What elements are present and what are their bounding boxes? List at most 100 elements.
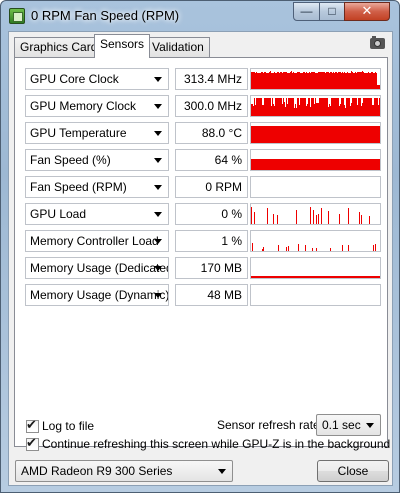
- sensor-value: 300.0 MHz: [175, 95, 248, 117]
- sensor-history-bar: [256, 126, 257, 143]
- sensor-name-dropdown[interactable]: Memory Usage (Dedicated): [25, 257, 169, 279]
- sensor-row-memory-usage-dynamic: Memory Usage (Dynamic) 48 MB: [25, 284, 384, 306]
- close-button[interactable]: Close: [317, 460, 389, 482]
- continue-refreshing-label[interactable]: Continue refreshing this screen while GP…: [42, 437, 390, 451]
- refresh-rate-select[interactable]: 0.1 sec: [316, 414, 381, 436]
- sensor-history-bar: [334, 276, 335, 278]
- sensor-history-bar: [317, 73, 318, 89]
- sensor-history-bar: [286, 159, 287, 170]
- sensor-history-bar: [289, 126, 290, 143]
- sensor-history-bar: [290, 276, 291, 278]
- sensor-history-bar: [352, 98, 353, 116]
- sensor-name-dropdown[interactable]: Memory Usage (Dynamic): [25, 284, 169, 306]
- title-bar[interactable]: 0 RPM Fan Speed (RPM) — □ ✕: [1, 1, 399, 31]
- sensor-history-bar: [289, 98, 290, 116]
- sensor-history-bar: [305, 73, 306, 89]
- sensor-history-bar: [337, 276, 338, 278]
- sensor-history-bar: [333, 276, 334, 278]
- sensor-history-bar: [332, 98, 333, 116]
- sensor-history-bar: [264, 126, 265, 143]
- sensor-history-bar: [261, 98, 262, 116]
- sensor-name-dropdown[interactable]: Fan Speed (RPM): [25, 176, 169, 198]
- sensor-history-bar: [321, 126, 322, 143]
- sensor-history-bar: [340, 159, 341, 170]
- sensor-history-bar: [359, 159, 360, 170]
- sensor-history-bar: [296, 210, 297, 224]
- sensor-history-bar: [264, 98, 265, 116]
- sensor-history-bar: [330, 72, 331, 89]
- sensor-history-bar: [318, 159, 319, 170]
- sensor-history-bar: [259, 126, 260, 143]
- sensor-history-bar: [288, 276, 289, 278]
- sensor-history-bar: [363, 98, 364, 116]
- sensor-history-bar: [297, 159, 298, 170]
- sensor-history-bar: [285, 72, 286, 89]
- sensor-history-bar: [253, 72, 254, 89]
- sensor-history-bar: [354, 126, 355, 143]
- sensor-history-bar: [369, 276, 370, 278]
- sensor-history-bar: [306, 72, 307, 89]
- sensor-history-bar: [300, 98, 301, 116]
- sensor-history-bar: [342, 72, 343, 89]
- sensor-history-bar: [302, 73, 303, 89]
- sensor-history-bar: [364, 126, 365, 143]
- sensor-history-bar: [291, 276, 292, 278]
- sensor-history-bar: [294, 73, 295, 89]
- sensor-history-bar: [351, 126, 352, 143]
- sensor-history-bar: [379, 98, 380, 116]
- sensor-history-bar: [261, 72, 262, 89]
- sensor-history-bar: [267, 73, 268, 89]
- minimize-button[interactable]: —: [293, 2, 320, 21]
- sensor-name-dropdown[interactable]: GPU Core Clock: [25, 68, 169, 90]
- chevron-down-icon: [154, 293, 162, 298]
- sensor-history-bar: [378, 126, 379, 143]
- sensor-history-bar: [278, 126, 279, 143]
- sensor-history-bar: [359, 98, 360, 116]
- sensor-history-bar: [364, 98, 365, 116]
- gpu-select[interactable]: AMD Radeon R9 300 Series: [15, 460, 233, 482]
- sensor-history-bar: [306, 159, 307, 170]
- sensor-name-label: Memory Usage (Dynamic): [30, 288, 169, 302]
- sensor-history-bar: [315, 98, 316, 116]
- log-to-file-checkbox[interactable]: ✔: [26, 417, 39, 433]
- sensors-panel: GPU Core Clock 313.4 MHz GPU Memory Cloc…: [14, 57, 388, 447]
- sensor-history-bar: [303, 126, 304, 143]
- sensor-history-bar: [299, 276, 300, 278]
- sensor-history-bar: [359, 72, 360, 89]
- sensor-history-bar: [252, 126, 253, 143]
- close-window-button[interactable]: ✕: [344, 2, 390, 21]
- sensor-name-label: GPU Load: [30, 207, 87, 221]
- tab-sensors[interactable]: Sensors: [94, 34, 151, 58]
- sensor-history-bar: [271, 73, 272, 89]
- sensor-history-bar: [373, 126, 374, 143]
- sensor-history-bar: [280, 72, 281, 89]
- sensor-history-bar: [343, 73, 344, 89]
- sensor-history-bar: [347, 72, 348, 89]
- camera-icon[interactable]: [370, 36, 385, 49]
- sensor-history-bar: [374, 159, 375, 170]
- sensor-history-bar: [348, 208, 349, 224]
- tab-validation[interactable]: Validation: [146, 37, 210, 57]
- log-to-file-label[interactable]: Log to file: [42, 419, 94, 433]
- sensor-history-bar: [349, 276, 350, 278]
- sensor-history-bar: [302, 159, 303, 170]
- sensor-history-bar: [368, 72, 369, 89]
- sensor-history-bar: [315, 126, 316, 143]
- sensor-name-dropdown[interactable]: GPU Temperature: [25, 122, 169, 144]
- tab-graphics-card[interactable]: Graphics Card: [14, 37, 104, 57]
- sensor-name-dropdown[interactable]: GPU Memory Clock: [25, 95, 169, 117]
- sensor-value: 48 MB: [175, 284, 248, 306]
- sensor-graph: [250, 284, 381, 306]
- sensor-name-dropdown[interactable]: Fan Speed (%): [25, 149, 169, 171]
- sensor-history-bar: [339, 72, 340, 89]
- sensor-name-dropdown[interactable]: GPU Load: [25, 203, 169, 225]
- sensor-name-dropdown[interactable]: Memory Controller Load: [25, 230, 169, 252]
- sensor-history-bar: [314, 276, 315, 278]
- maximize-button[interactable]: □: [319, 2, 345, 21]
- sensor-history-bar: [313, 126, 314, 143]
- sensor-history-bar: [355, 72, 356, 89]
- continue-refreshing-checkbox[interactable]: ✔: [26, 435, 39, 451]
- sensor-history-bar: [377, 85, 378, 89]
- sensor-history-bar: [313, 98, 314, 116]
- sensor-history-bar: [288, 98, 289, 116]
